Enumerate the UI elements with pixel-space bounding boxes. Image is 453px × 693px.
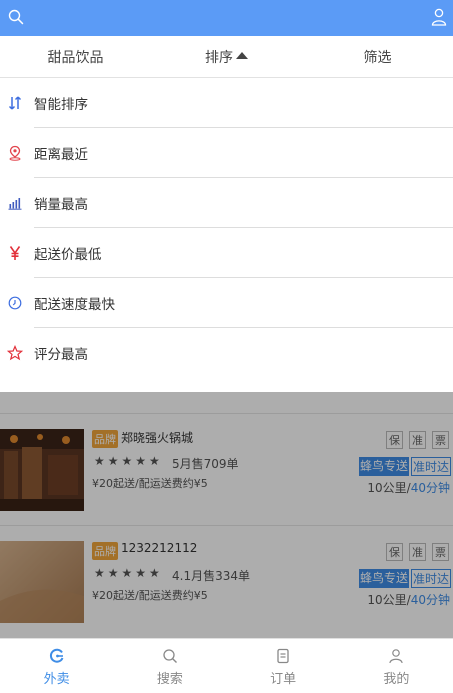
nav-label: 订单 (270, 672, 297, 687)
sort-option-label: 评分最高 (34, 347, 88, 363)
nav-search[interactable]: 搜索 (113, 639, 226, 693)
tab-filter[interactable]: 筛选 (302, 36, 453, 77)
nav-label: 搜索 (156, 672, 183, 687)
app-screen: 甜品饮品 排序 筛选 品牌 郑晓强火锅城 ★★★★★ 5月售709单 ¥20起送… (0, 0, 453, 693)
sort-option-smart[interactable]: 智能排序 (0, 78, 453, 128)
sort-option-distance[interactable]: 距离最近 (0, 128, 453, 178)
sort-option-label: 距离最近 (34, 147, 88, 163)
tab-category[interactable]: 甜品饮品 (0, 36, 151, 77)
yen-icon (9, 246, 21, 260)
search-icon[interactable] (8, 9, 24, 25)
bar-chart-icon (8, 198, 22, 210)
sort-option-label: 起送价最低 (34, 247, 102, 263)
filter-tabs: 甜品饮品 排序 筛选 (0, 36, 453, 78)
tab-sort[interactable]: 排序 (151, 36, 302, 77)
location-pin-icon (9, 145, 21, 161)
nav-profile[interactable]: 我的 (340, 639, 453, 693)
sort-option-speed[interactable]: 配送速度最快 (0, 278, 453, 328)
bottom-nav: 外卖 搜索 订单 我的 (0, 638, 453, 693)
profile-icon (389, 649, 403, 664)
sort-option-label: 销量最高 (34, 197, 88, 213)
tab-category-label: 甜品饮品 (47, 49, 104, 66)
sort-dropdown: 智能排序 距离最近 销量最高 起送价最低 配送速度最快 评分最高 (0, 78, 453, 392)
sort-option-min-price[interactable]: 起送价最低 (0, 228, 453, 278)
sort-option-sales[interactable]: 销量最高 (0, 178, 453, 228)
tab-filter-label: 筛选 (363, 49, 392, 66)
order-icon (277, 648, 289, 664)
sort-arrows-icon (8, 96, 22, 110)
user-icon[interactable] (431, 8, 447, 26)
clock-icon (8, 296, 22, 310)
sort-option-rating[interactable]: 评分最高 (0, 328, 453, 378)
caret-up-icon (236, 52, 248, 59)
nav-label: 外卖 (43, 672, 70, 687)
nav-takeout[interactable]: 外卖 (0, 639, 113, 693)
nav-label: 我的 (383, 672, 410, 687)
star-icon (7, 345, 23, 361)
takeout-icon (49, 648, 64, 663)
search-icon (163, 649, 177, 663)
sort-option-label: 配送速度最快 (34, 297, 115, 313)
top-search-bar[interactable] (0, 0, 453, 36)
tab-sort-label: 排序 (205, 49, 233, 66)
sort-option-label: 智能排序 (34, 97, 88, 113)
nav-orders[interactable]: 订单 (227, 639, 340, 693)
